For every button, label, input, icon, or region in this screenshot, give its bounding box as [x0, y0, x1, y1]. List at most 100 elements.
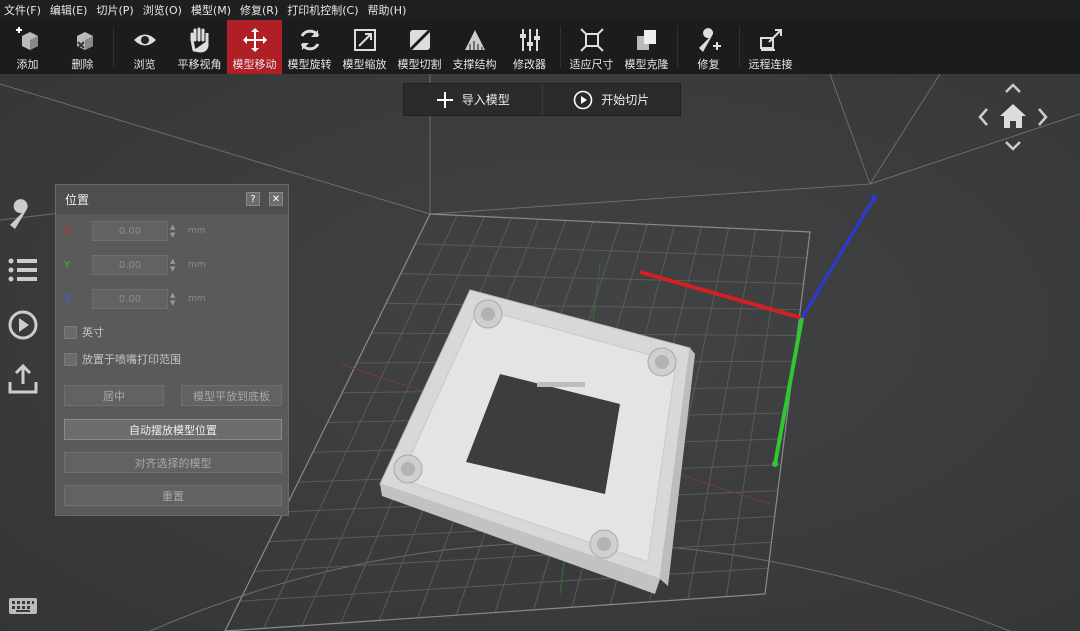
clone-icon [636, 30, 656, 50]
list-icon[interactable] [6, 253, 40, 287]
home-icon[interactable] [1000, 104, 1026, 128]
z-position-input[interactable]: 0.00 [92, 289, 168, 309]
rotate-model-label: 模型旋转 [287, 58, 332, 71]
import-model-button[interactable]: 导入模型 [404, 84, 542, 115]
menu-edit[interactable]: 编辑(E) [46, 2, 93, 18]
hand-icon [190, 27, 208, 53]
panel-header: 位置 ? ✕ [56, 185, 288, 214]
menu-model[interactable]: 模型(M) [187, 2, 236, 18]
y-stepper[interactable]: ▲ ▼ [170, 255, 182, 275]
checkbox-box[interactable] [64, 352, 77, 366]
upload-icon[interactable] [6, 362, 40, 396]
scale-icon [353, 29, 376, 51]
remote-connect-button[interactable]: 远程连接 [743, 20, 798, 74]
modifier-label: 修改器 [513, 58, 546, 71]
x-position-input[interactable]: 0.00 [92, 221, 168, 241]
menu-repair[interactable]: 修复(R) [236, 2, 283, 18]
delete-cube-icon [76, 32, 93, 50]
cut-icon [409, 29, 430, 51]
keyboard-icon[interactable] [8, 596, 38, 616]
close-button[interactable]: ✕ [269, 192, 283, 206]
reset-button[interactable]: 重置 [64, 485, 282, 506]
delete-button[interactable]: 删除 [55, 20, 110, 74]
add-button[interactable]: 添加 [0, 20, 55, 74]
inch-label: 英寸 [82, 326, 104, 339]
nav-down-icon[interactable] [1005, 141, 1021, 151]
x-position-row: X 0.00 ▲ ▼ mm [64, 221, 206, 241]
checkbox-box[interactable] [64, 325, 77, 339]
z-position-row: Z 0.00 ▲ ▼ mm [64, 289, 206, 309]
nozzle-range-checkbox[interactable]: 放置于喷嘴打印范围 [64, 351, 181, 367]
align-models-button[interactable]: 对齐选择的模型 [64, 452, 282, 473]
center-button[interactable]: 居中 [64, 385, 164, 406]
y-unit: mm [188, 260, 206, 270]
play-icon[interactable] [6, 308, 40, 342]
menu-browse[interactable]: 浏览(O) [139, 2, 187, 18]
eye-icon [133, 34, 156, 46]
menu-printer-control[interactable]: 打印机控制(C) [283, 2, 363, 18]
toolbar-separator [113, 26, 114, 68]
remote-connect-icon [759, 29, 782, 51]
clone-model-label: 模型克隆 [624, 58, 669, 71]
play-circle-icon [573, 90, 593, 109]
z-axis-label: Z [64, 293, 71, 305]
scale-model-button[interactable]: 模型缩放 [337, 20, 392, 74]
toolbar-separator [560, 26, 561, 68]
repair-label: 修复 [697, 58, 720, 71]
y-position-row: Y 0.00 ▲ ▼ mm [64, 255, 206, 275]
move-arrows-icon [242, 28, 267, 52]
plus-icon [436, 91, 453, 108]
menu-file[interactable]: 文件(F) [0, 2, 46, 18]
wrench-icon[interactable] [6, 197, 40, 231]
move-model-label: 模型移动 [232, 58, 277, 71]
support-structure-button[interactable]: 支撑结构 [447, 20, 502, 74]
y-position-input[interactable]: 0.00 [92, 255, 168, 275]
z-unit: mm [188, 294, 206, 304]
auto-arrange-button[interactable]: 自动摆放模型位置 [64, 419, 282, 440]
add-cube-icon [15, 27, 38, 50]
support-icon [464, 30, 485, 50]
modifier-button[interactable]: 修改器 [502, 20, 557, 74]
toolbar-separator [677, 26, 678, 68]
panel-title: 位置 [65, 193, 90, 207]
support-structure-label: 支撑结构 [452, 58, 497, 71]
help-button[interactable]: ? [246, 192, 260, 206]
top-action-bar: 导入模型 开始切片 [403, 83, 681, 116]
x-unit: mm [188, 226, 206, 236]
view-navigator [978, 83, 1048, 151]
import-model-label: 导入模型 [461, 93, 510, 107]
menu-bar: 文件(F) 编辑(E) 切片(P) 浏览(O) 模型(M) 修复(R) 打印机控… [0, 0, 1080, 20]
clone-model-button[interactable]: 模型克隆 [619, 20, 674, 74]
browse-button[interactable]: 浏览 [117, 20, 172, 74]
inch-checkbox[interactable]: 英寸 [64, 324, 104, 340]
pan-view-button[interactable]: 平移视角 [172, 20, 227, 74]
move-model-button[interactable]: 模型移动 [227, 20, 282, 74]
nav-left-icon[interactable] [978, 108, 988, 126]
y-axis-label: Y [64, 259, 71, 271]
wrench-plus-icon [698, 28, 721, 52]
nav-right-icon[interactable] [1038, 108, 1048, 126]
lay-flat-button[interactable]: 模型平放到底板 [181, 385, 282, 406]
fit-size-icon [579, 28, 604, 52]
rotate-icon [300, 29, 319, 51]
rotate-model-button[interactable]: 模型旋转 [282, 20, 337, 74]
position-panel: 位置 ? ✕ X 0.00 ▲ ▼ mm Y 0.00 ▲ ▼ mm Z 0.00 … [55, 184, 289, 516]
start-slice-button[interactable]: 开始切片 [541, 84, 681, 115]
scale-model-label: 模型缩放 [342, 58, 387, 71]
pan-view-label: 平移视角 [177, 58, 222, 71]
add-label: 添加 [16, 58, 39, 71]
repair-button[interactable]: 修复 [681, 20, 736, 74]
cut-model-label: 模型切割 [397, 58, 442, 71]
toolbar: 添加 删除 浏览 平移视角 模型移动 模型旋转 模型缩放 模型切割 支撑结构 修… [0, 20, 1080, 74]
nozzle-range-label: 放置于喷嘴打印范围 [82, 353, 181, 366]
delete-label: 删除 [71, 58, 94, 71]
fit-size-button[interactable]: 适应尺寸 [564, 20, 619, 74]
x-stepper[interactable]: ▲ ▼ [170, 221, 182, 241]
menu-help[interactable]: 帮助(H) [364, 2, 412, 18]
toolbar-separator [739, 26, 740, 68]
fit-size-label: 适应尺寸 [569, 58, 614, 71]
z-stepper[interactable]: ▲ ▼ [170, 289, 182, 309]
nav-up-icon[interactable] [1005, 83, 1021, 93]
menu-slice[interactable]: 切片(P) [92, 2, 138, 18]
cut-model-button[interactable]: 模型切割 [392, 20, 447, 74]
